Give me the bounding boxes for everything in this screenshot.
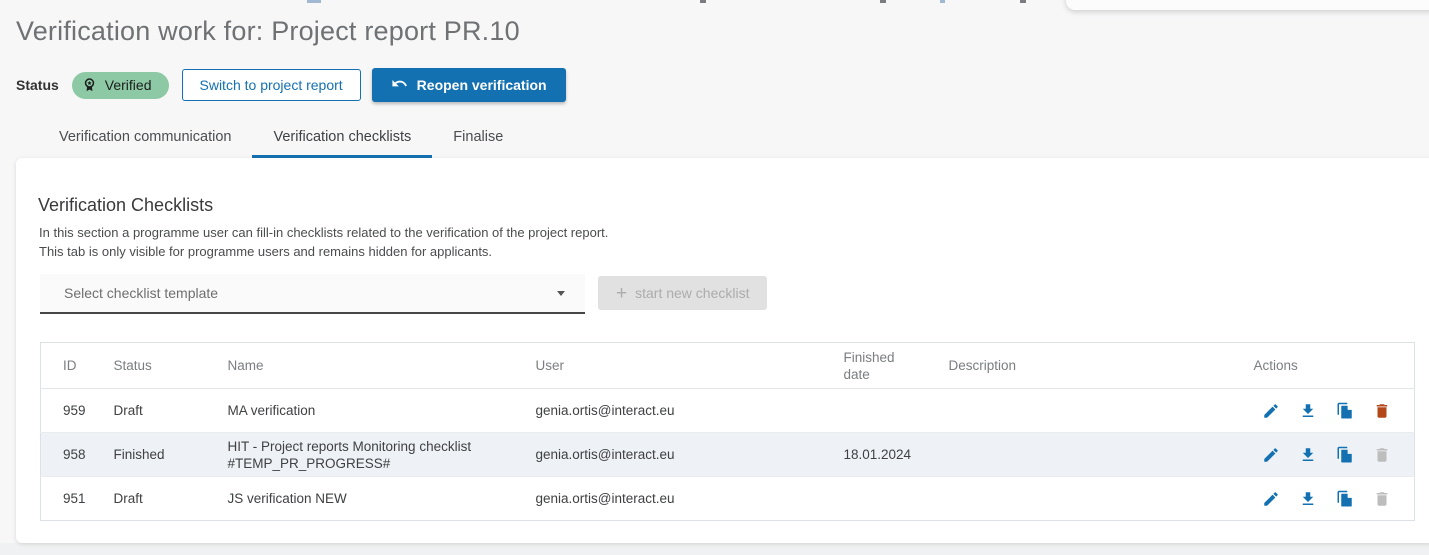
start-new-checklist-label: start new checklist <box>635 285 749 301</box>
column-header-description: Description <box>949 343 1254 389</box>
verification-work-page: Verification work for: Project report PR… <box>0 0 1429 555</box>
verification-checklists-panel: Verification Checklists In this section … <box>16 158 1429 543</box>
floating-panel-cutoff <box>1066 0 1429 10</box>
edit-icon[interactable] <box>1262 402 1280 420</box>
page-title: Verification work for: Project report PR… <box>16 16 520 47</box>
delete-icon <box>1373 490 1391 508</box>
column-header-finished-date: Finished date <box>844 343 949 389</box>
reopen-verification-button[interactable]: Reopen verification <box>372 68 566 102</box>
download-icon[interactable] <box>1299 446 1317 464</box>
breadcrumb-fragment <box>700 0 706 3</box>
breadcrumb-fragment <box>1020 0 1026 3</box>
status-badge: Verified <box>72 72 169 99</box>
copy-icon[interactable] <box>1336 402 1354 420</box>
breadcrumb-fragment <box>307 0 321 3</box>
tab-finalise[interactable]: Finalise <box>432 118 524 158</box>
cell-description <box>949 389 1254 433</box>
award-icon <box>81 76 98 95</box>
row-actions <box>1254 402 1385 420</box>
table-header-row: ID Status Name User Finished date Descri… <box>41 343 1415 389</box>
cell-finished-date <box>844 389 949 433</box>
tab-verification-checklists[interactable]: Verification checklists <box>252 118 432 158</box>
switch-to-project-report-button[interactable]: Switch to project report <box>182 69 361 101</box>
cell-user: genia.ortis@interact.eu <box>536 477 844 521</box>
cell-description <box>949 477 1254 521</box>
row-actions <box>1254 446 1385 464</box>
column-header-name: Name <box>228 343 536 389</box>
status-label: Status <box>16 77 59 93</box>
download-icon[interactable] <box>1299 490 1317 508</box>
delete-icon <box>1373 446 1391 464</box>
undo-icon <box>391 75 408 95</box>
checklist-template-placeholder: Select checklist template <box>64 285 557 301</box>
cell-user: genia.ortis@interact.eu <box>536 389 844 433</box>
status-badge-label: Verified <box>105 77 152 93</box>
cell-finished-date: 18.01.2024 <box>844 433 949 477</box>
tab-bar: Verification communication Verification … <box>38 118 524 158</box>
start-new-checklist-button[interactable]: + start new checklist <box>598 276 767 310</box>
column-header-actions: Actions <box>1254 343 1415 389</box>
table-row: 958 Finished HIT - Project reports Monit… <box>41 433 1415 477</box>
delete-icon[interactable] <box>1373 402 1391 420</box>
checklists-table: ID Status Name User Finished date Descri… <box>40 342 1415 521</box>
page-bottom-strip <box>0 543 1429 555</box>
cell-id: 959 <box>41 389 114 433</box>
breadcrumb-fragment <box>940 0 945 3</box>
status-row: Status Verified Switch to project report… <box>16 68 566 102</box>
cell-name: JS verification NEW <box>228 477 536 521</box>
cell-status: Finished <box>114 433 228 477</box>
column-header-status: Status <box>114 343 228 389</box>
plus-icon: + <box>616 284 627 303</box>
copy-icon[interactable] <box>1336 490 1354 508</box>
cell-user: genia.ortis@interact.eu <box>536 433 844 477</box>
edit-icon[interactable] <box>1262 446 1280 464</box>
section-description-line-2: This tab is only visible for programme u… <box>39 243 608 262</box>
column-header-id: ID <box>41 343 114 389</box>
chevron-down-icon <box>557 291 565 296</box>
cell-name: MA verification <box>228 389 536 433</box>
cell-description <box>949 433 1254 477</box>
section-heading: Verification Checklists <box>38 195 213 216</box>
row-actions <box>1254 490 1385 508</box>
column-header-user: User <box>536 343 844 389</box>
edit-icon[interactable] <box>1262 490 1280 508</box>
table-row: 951 Draft JS verification NEW genia.orti… <box>41 477 1415 521</box>
table-row: 959 Draft MA verification genia.ortis@in… <box>41 389 1415 433</box>
cell-id: 951 <box>41 477 114 521</box>
download-icon[interactable] <box>1299 402 1317 420</box>
cell-name: HIT - Project reports Monitoring checkli… <box>228 433 536 477</box>
reopen-verification-label: Reopen verification <box>417 77 547 93</box>
checklist-template-select[interactable]: Select checklist template <box>40 274 585 314</box>
copy-icon[interactable] <box>1336 446 1354 464</box>
cell-status: Draft <box>114 389 228 433</box>
cell-status: Draft <box>114 477 228 521</box>
section-description-line-1: In this section a programme user can fil… <box>39 224 608 243</box>
cell-finished-date <box>844 477 949 521</box>
section-description: In this section a programme user can fil… <box>39 224 608 261</box>
breadcrumb-fragment <box>880 0 886 3</box>
tab-verification-communication[interactable]: Verification communication <box>38 118 252 158</box>
cell-id: 958 <box>41 433 114 477</box>
